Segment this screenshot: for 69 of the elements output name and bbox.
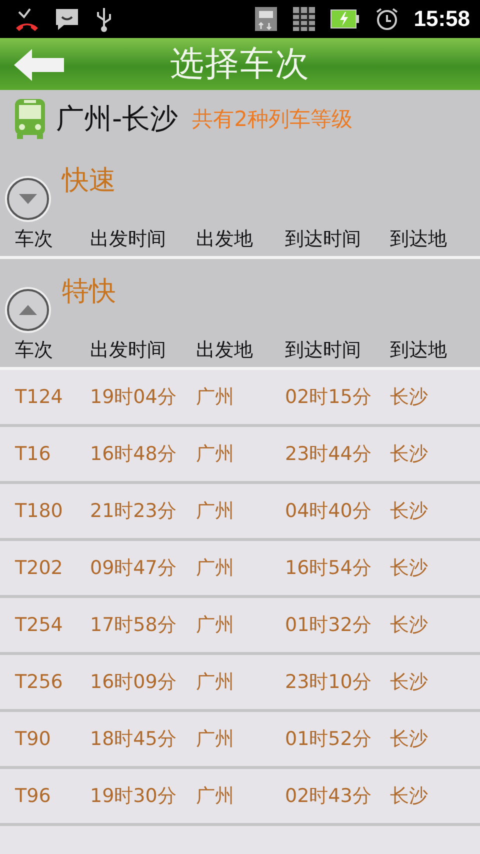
table-cell-text: 长沙 <box>390 613 429 638</box>
table-cell-text: T90 <box>15 728 52 750</box>
table-cell-text: 09时47分 <box>90 556 178 581</box>
usb-icon <box>94 6 114 32</box>
table-cell-text: 广州 <box>196 784 235 809</box>
table-cell-text: 16时09分 <box>90 670 178 695</box>
table-cell-text: 广州 <box>196 499 235 524</box>
table-cell-text: 长沙 <box>390 784 429 809</box>
column-header: 车次 <box>15 227 54 252</box>
expand-toggle[interactable] <box>7 178 49 220</box>
table-cell-text: 广州 <box>196 442 235 467</box>
table-cell-text: 16时54分 <box>285 556 372 581</box>
alarm-clock-icon <box>374 6 400 32</box>
table-cell-text: T202 <box>15 557 64 579</box>
table-cell-text: 长沙 <box>390 442 429 467</box>
clock-time: 15:58 <box>414 6 470 32</box>
class-count: 共有2种列车等级 <box>192 106 352 133</box>
table-cell-text: T96 <box>15 785 52 807</box>
column-header: 到达地 <box>390 338 448 363</box>
train-class-title: 快速 <box>62 164 116 198</box>
down-triangle-icon <box>19 194 37 204</box>
table-cell-text: 16时48分 <box>90 442 178 467</box>
table-cell-text: 23时44分 <box>285 442 372 467</box>
column-header: 到达时间 <box>285 227 362 252</box>
table-cell-text: 04时40分 <box>285 499 372 524</box>
signal-icon <box>292 6 316 32</box>
back-arrow-icon <box>14 49 64 81</box>
table-cell-text: 长沙 <box>390 385 429 410</box>
table-cell-text: 长沙 <box>390 727 429 752</box>
up-triangle-icon <box>19 305 37 315</box>
table-cell-text: 广州 <box>196 556 235 581</box>
table-cell-text: 长沙 <box>390 499 429 524</box>
table-cell-text: 长沙 <box>390 556 429 581</box>
table-cell-text: 广州 <box>196 613 235 638</box>
table-cell-text: 01时32分 <box>285 613 372 638</box>
expand-toggle[interactable] <box>7 289 49 331</box>
network-3g-icon <box>254 6 278 32</box>
column-header: 出发地 <box>196 338 254 363</box>
table-cell-text: T256 <box>15 671 64 693</box>
column-header: 出发时间 <box>90 338 167 363</box>
message-icon <box>54 6 80 32</box>
table-cell-text: 广州 <box>196 385 235 410</box>
table-cell-text: 广州 <box>196 727 235 752</box>
table-cell-text: 02时43分 <box>285 784 372 809</box>
bus-icon <box>14 98 46 140</box>
column-header: 出发时间 <box>90 227 167 252</box>
column-header: 到达时间 <box>285 338 362 363</box>
missed-call-icon <box>14 6 40 32</box>
back-button[interactable] <box>14 49 64 81</box>
table-cell-text: 19时04分 <box>90 385 178 410</box>
table-cell-text: 23时10分 <box>285 670 372 695</box>
table-cell-text: 18时45分 <box>90 727 178 752</box>
column-header: 车次 <box>15 338 54 363</box>
table-cell-text: T124 <box>15 386 64 408</box>
route-name: 广州-长沙 <box>56 101 178 137</box>
column-header: 出发地 <box>196 227 254 252</box>
table-cell-text: 广州 <box>196 670 235 695</box>
table-cell-text: T180 <box>15 500 64 522</box>
train-class-title: 特快 <box>62 275 116 309</box>
table-cell-text: 长沙 <box>390 670 429 695</box>
table-cell-text: 21时23分 <box>90 499 178 524</box>
table-cell-text: 02时15分 <box>285 385 372 410</box>
column-header: 到达地 <box>390 227 448 252</box>
screen-title: 选择车次 <box>170 43 310 86</box>
table-cell-text: 01时52分 <box>285 727 372 752</box>
table-cell-text: T16 <box>15 443 52 465</box>
table-cell-text: T254 <box>15 614 64 636</box>
table-cell-text: 17时58分 <box>90 613 178 638</box>
table-cell-text: 19时30分 <box>90 784 178 809</box>
